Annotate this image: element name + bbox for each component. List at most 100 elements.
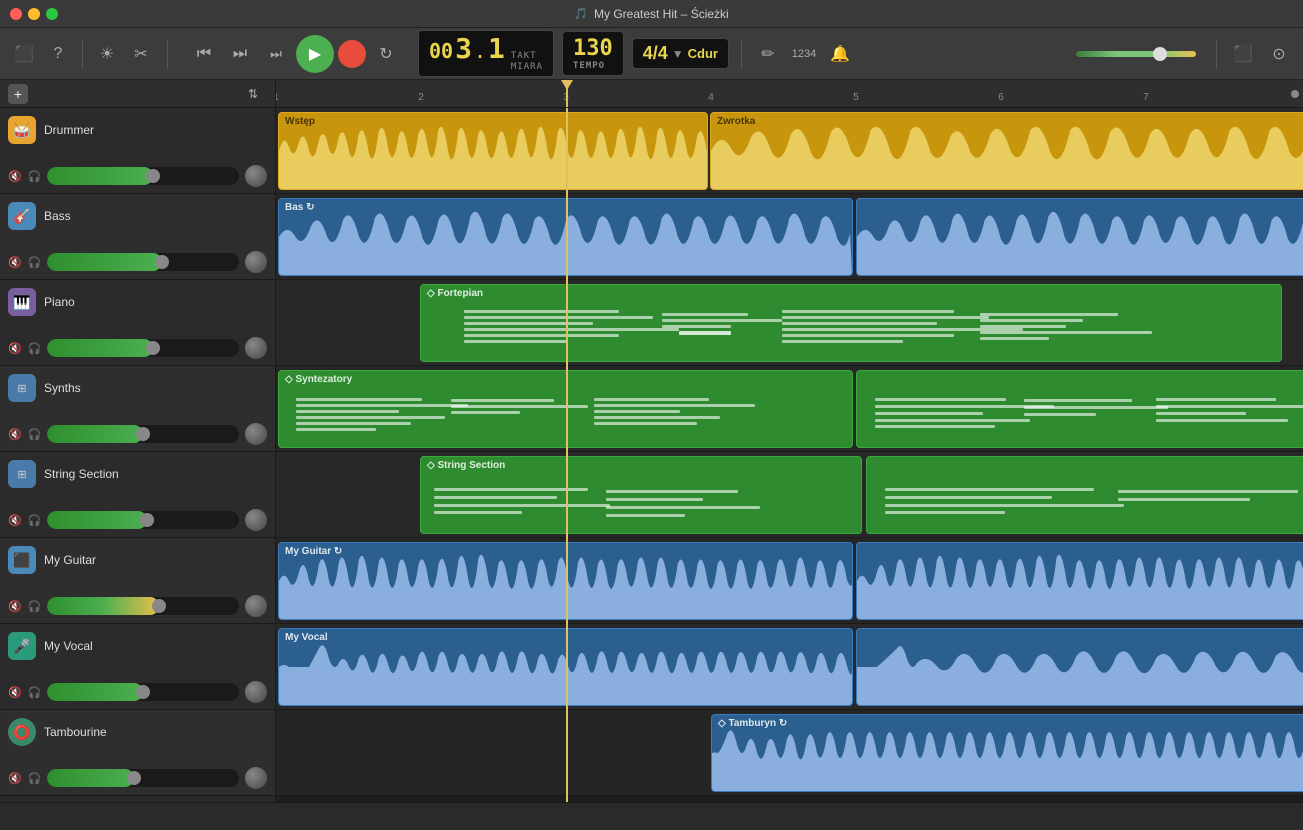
track-row-drummer[interactable]: Wstęp Zwrotka Refren — [276, 108, 1303, 194]
mute-piano[interactable]: 🔇 — [8, 342, 22, 355]
region-bass-1[interactable]: Bas ↻ — [278, 198, 853, 276]
key-value: Cdur — [688, 46, 718, 61]
pan-knob-bass[interactable] — [245, 251, 267, 273]
maximize-button[interactable] — [46, 8, 58, 20]
time-sig-display[interactable]: 4/4 ▼ Cdur — [632, 38, 729, 69]
window-controls[interactable] — [10, 8, 58, 20]
play-button[interactable]: ▶ — [296, 35, 334, 73]
mute-synths[interactable]: 🔇 — [8, 428, 22, 441]
fader-piano[interactable] — [47, 339, 239, 357]
record-button[interactable] — [338, 40, 366, 68]
region-drummer-verse[interactable]: Zwrotka — [710, 112, 1303, 190]
volume-thumb[interactable] — [1153, 47, 1167, 61]
track-row-bass[interactable]: Bas ↻ Bas ↻ — [276, 194, 1303, 280]
track-row-guitar[interactable]: My Guitar ↻ My Guitar ↻ — [276, 538, 1303, 624]
fader-thumb-tambourine[interactable] — [127, 771, 141, 785]
region-synths-1[interactable]: ◇ Syntezatory — [278, 370, 853, 448]
region-guitar-1[interactable]: My Guitar ↻ — [278, 542, 853, 620]
fader-thumb-vocal[interactable] — [136, 685, 150, 699]
region-vocal-middle[interactable] — [856, 628, 1303, 706]
track-row-synths[interactable]: ◇ Syntezatory — [276, 366, 1303, 452]
tempo-display[interactable]: 130 TEMPO — [562, 31, 624, 76]
fader-thumb-string[interactable] — [140, 513, 154, 527]
track-row-string[interactable]: ◇ String Section — [276, 452, 1303, 538]
ruler-mark-1: 1 — [276, 92, 279, 103]
back-to-start-button[interactable]: ⏭ — [260, 38, 292, 70]
track-icon-vocal: 🎤 — [8, 632, 36, 660]
smart-controls-icon[interactable]: ☀ — [93, 40, 121, 68]
region-label-synths-1: ◇ Syntezatory — [285, 374, 352, 385]
editors-icon[interactable]: ✂ — [127, 40, 155, 68]
mixer-icon[interactable]: ⬛ — [1229, 40, 1257, 68]
mute-tambourine[interactable]: 🔇 — [8, 772, 22, 785]
solo-piano[interactable]: 🎧 — [28, 342, 42, 355]
volume-slider[interactable] — [1076, 51, 1196, 57]
region-vocal-1[interactable]: My Vocal — [278, 628, 853, 706]
solo-bass[interactable]: 🎧 — [28, 256, 42, 269]
pan-knob-tambourine[interactable] — [245, 767, 267, 789]
rewind-button[interactable]: ⏮ — [188, 38, 220, 70]
region-string-2[interactable] — [866, 456, 1303, 534]
fader-vocal[interactable] — [47, 683, 239, 701]
ruler-mark-2: 2 — [418, 92, 424, 103]
pan-knob-vocal[interactable] — [245, 681, 267, 703]
solo-string[interactable]: 🎧 — [28, 514, 42, 527]
add-track-button[interactable]: + — [8, 84, 28, 104]
solo-tambourine[interactable]: 🎧 — [28, 772, 42, 785]
help-icon[interactable]: ? — [44, 40, 72, 68]
region-label-drummer-verse: Zwrotka — [717, 116, 755, 127]
minimize-button[interactable] — [28, 8, 40, 20]
pan-knob-synths[interactable] — [245, 423, 267, 445]
fader-synths[interactable] — [47, 425, 239, 443]
region-string[interactable]: ◇ String Section — [420, 456, 862, 534]
region-drummer-intro[interactable]: Wstęp — [278, 112, 708, 190]
mute-bass[interactable]: 🔇 — [8, 256, 22, 269]
region-guitar-middle[interactable] — [856, 542, 1303, 620]
fader-string[interactable] — [47, 511, 239, 529]
track-row-tambourine[interactable]: ◇ Tamburyn ↻ — [276, 710, 1303, 796]
fast-forward-button[interactable]: ⏭ — [224, 38, 256, 70]
pan-knob-guitar[interactable] — [245, 595, 267, 617]
track-row-vocal[interactable]: My Vocal My Vocal — [276, 624, 1303, 710]
solo-guitar[interactable]: 🎧 — [28, 600, 42, 613]
pencil-icon[interactable]: ✏ — [754, 40, 782, 68]
mute-vocal[interactable]: 🔇 — [8, 686, 22, 699]
fader-thumb-synths[interactable] — [136, 427, 150, 441]
fader-thumb-piano[interactable] — [146, 341, 160, 355]
metronome-icon[interactable]: 🔔 — [826, 40, 854, 68]
mute-guitar[interactable]: 🔇 — [8, 600, 22, 613]
fader-drummer[interactable] — [47, 167, 239, 185]
solo-drummer[interactable]: 🎧 — [28, 170, 42, 183]
region-tambourine[interactable]: ◇ Tamburyn ↻ — [711, 714, 1303, 792]
loop-button[interactable]: ↻ — [370, 38, 402, 70]
pan-knob-string[interactable] — [245, 509, 267, 531]
tempo-label: TEMPO — [573, 61, 613, 71]
region-bass-middle[interactable] — [856, 198, 1303, 276]
timeline-area: 1 2 3 4 5 6 7 Wstęp — [276, 80, 1303, 802]
region-piano[interactable]: ◇ Fortepian — [420, 284, 1282, 362]
fader-tambourine[interactable] — [47, 769, 239, 787]
smarttempo-label[interactable]: 1234 — [790, 40, 818, 68]
pan-knob-piano[interactable] — [245, 337, 267, 359]
mute-string[interactable]: 🔇 — [8, 514, 22, 527]
fader-bass[interactable] — [47, 253, 239, 271]
fader-guitar[interactable] — [47, 597, 239, 615]
solo-synths[interactable]: 🎧 — [28, 428, 42, 441]
pan-knob-drummer[interactable] — [245, 165, 267, 187]
window-title: My Greatest Hit – Ścieżki — [594, 7, 729, 21]
sort-icon[interactable]: ⇅ — [239, 80, 267, 108]
fader-thumb-guitar[interactable] — [152, 599, 166, 613]
mute-drummer[interactable]: 🔇 — [8, 170, 22, 183]
browser-icon[interactable]: ⊙ — [1265, 40, 1293, 68]
fader-thumb-bass[interactable] — [155, 255, 169, 269]
track-row-piano[interactable]: ◇ Fortepian — [276, 280, 1303, 366]
library-icon[interactable]: ⬛ — [10, 40, 38, 68]
track-header-tambourine: ⭕ Tambourine 🔇 🎧 — [0, 710, 275, 796]
region-synths-middle[interactable] — [856, 370, 1303, 448]
solo-vocal[interactable]: 🎧 — [28, 686, 42, 699]
track-header-vocal: 🎤 My Vocal 🔇 🎧 — [0, 624, 275, 710]
track-bottom-bass: 🔇 🎧 — [8, 251, 267, 273]
fader-thumb-drummer[interactable] — [146, 169, 160, 183]
track-icon-piano: 🎹 — [8, 288, 36, 316]
close-button[interactable] — [10, 8, 22, 20]
